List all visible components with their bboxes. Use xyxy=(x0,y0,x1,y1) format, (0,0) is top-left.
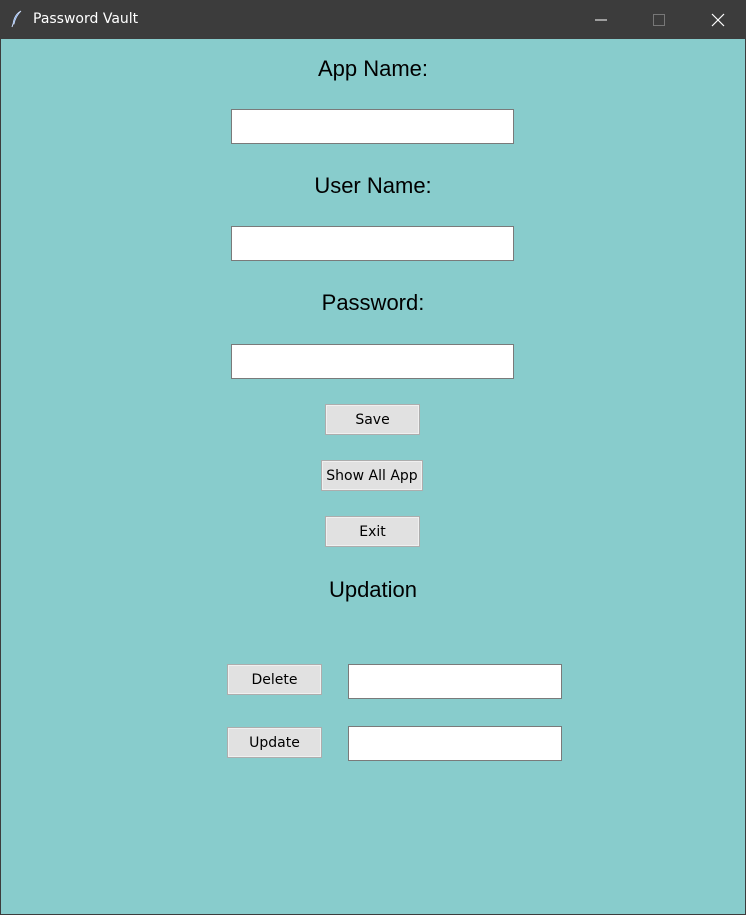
delete-button-label: Delete xyxy=(251,671,298,688)
maximize-button[interactable] xyxy=(630,0,688,39)
show-all-app-button-label: Show All App xyxy=(326,467,418,484)
password-label: Password: xyxy=(321,290,425,315)
minimize-button[interactable] xyxy=(572,0,630,39)
update-input[interactable] xyxy=(348,726,562,761)
minimize-icon xyxy=(595,19,607,20)
updation-heading: Updation xyxy=(328,577,418,602)
window-title: Password Vault xyxy=(33,11,139,27)
exit-button-label: Exit xyxy=(359,523,386,540)
user-name-label: User Name: xyxy=(314,173,432,198)
show-all-app-button[interactable]: Show All App xyxy=(321,460,423,491)
exit-button[interactable]: Exit xyxy=(325,516,420,547)
user-name-input[interactable] xyxy=(231,226,514,261)
save-button-label: Save xyxy=(355,411,390,428)
app-name-input[interactable] xyxy=(231,109,514,144)
app-window: Password Vault App Name: User Name: Pass… xyxy=(0,0,746,915)
title-bar[interactable]: Password Vault xyxy=(1,0,746,39)
update-button-label: Update xyxy=(249,734,300,751)
close-icon xyxy=(711,13,725,26)
app-name-label: App Name: xyxy=(317,56,429,81)
feather-icon xyxy=(11,10,22,28)
save-button[interactable]: Save xyxy=(325,404,420,435)
close-button[interactable] xyxy=(689,0,746,39)
password-input[interactable] xyxy=(231,344,514,379)
delete-button[interactable]: Delete xyxy=(227,664,322,695)
update-button[interactable]: Update xyxy=(227,727,322,758)
maximize-icon xyxy=(653,13,665,26)
delete-input[interactable] xyxy=(348,664,562,699)
